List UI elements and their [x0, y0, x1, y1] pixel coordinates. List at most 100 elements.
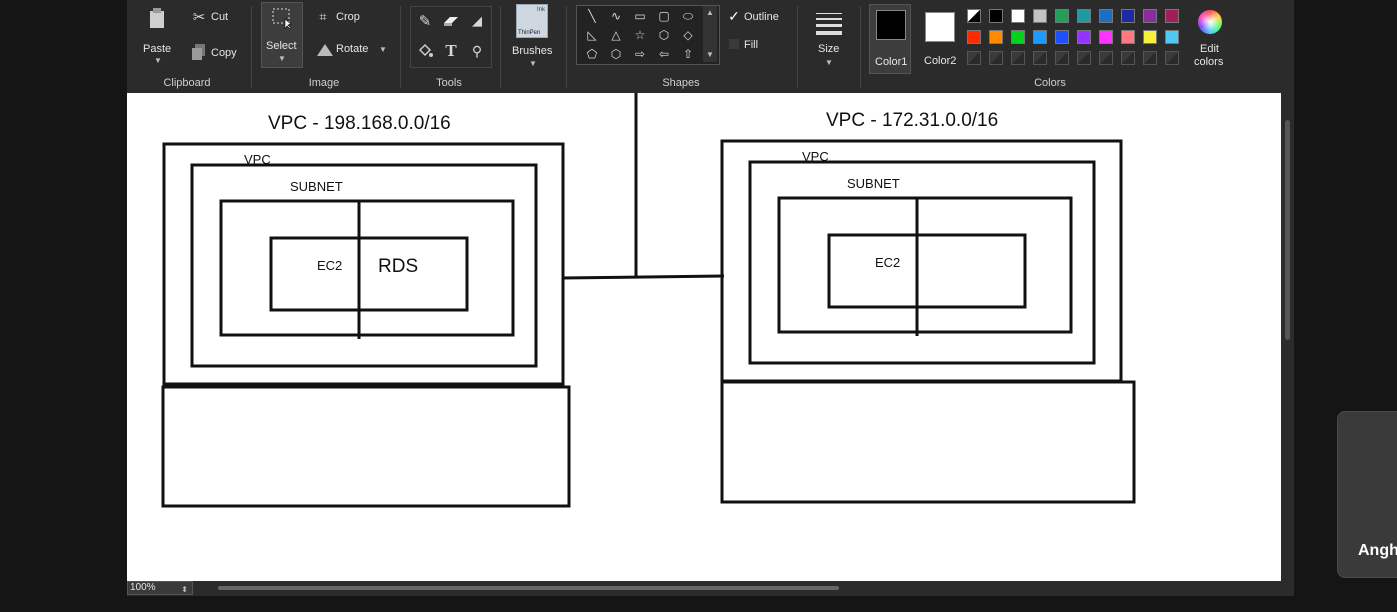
- edit-colors-button[interactable]: Edit colors: [1189, 6, 1233, 72]
- cut-button[interactable]: ✂ Cut: [191, 8, 241, 26]
- color-swatch[interactable]: [1121, 30, 1135, 44]
- shape-tool-icon[interactable]: ▢: [653, 7, 675, 25]
- chevron-down-icon: ▼: [529, 59, 537, 68]
- chevron-down-icon: ▼: [278, 54, 286, 63]
- color-wheel-icon: [1198, 10, 1222, 34]
- color-swatch[interactable]: [1165, 51, 1179, 65]
- line-width-icon: [816, 13, 842, 37]
- shapes-scrollbar[interactable]: ▲ ▼: [703, 6, 717, 62]
- fill-bucket-icon[interactable]: [413, 39, 437, 63]
- shapes-group-label: Shapes: [662, 77, 700, 89]
- crop-icon: ⌗: [319, 9, 327, 24]
- color1-button[interactable]: Color1: [869, 4, 911, 74]
- color-swatch[interactable]: [1077, 9, 1091, 23]
- tools-group-label: Tools: [436, 77, 462, 89]
- notification-card[interactable]: Angh: [1337, 411, 1397, 578]
- shapes-gallery[interactable]: ╲ ∿ ▭ ▢ ⬭ ◺ △ ☆ ⬡ ◇ ⬠ ⬡ ⇨ ⇦ ⇧: [576, 5, 720, 65]
- color-swatch[interactable]: [989, 9, 1003, 23]
- shape-tool-icon[interactable]: ▭: [629, 7, 651, 25]
- color-swatch[interactable]: [1121, 51, 1135, 65]
- color-swatch[interactable]: [989, 30, 1003, 44]
- pencil-icon[interactable]: ✎: [413, 9, 437, 33]
- shape-tool-icon[interactable]: ⬡: [605, 45, 627, 63]
- shape-tool-icon[interactable]: ◺: [581, 26, 603, 44]
- shape-tool-icon[interactable]: ⬭: [677, 7, 699, 25]
- colors-group-label: Colors: [1034, 77, 1066, 89]
- shape-tool-icon[interactable]: ⬠: [581, 45, 603, 63]
- shape-tool-icon[interactable]: ◇: [677, 26, 699, 44]
- color-swatch[interactable]: [1033, 51, 1047, 65]
- clipboard-icon: [147, 6, 167, 30]
- vpc1-subnet-box: [219, 199, 515, 337]
- color-swatch[interactable]: [967, 9, 981, 23]
- paste-button[interactable]: Paste ▼: [135, 4, 177, 66]
- horizontal-scrollbar[interactable]: [218, 586, 839, 590]
- shape-tool-icon[interactable]: ☆: [629, 26, 651, 44]
- outline-option[interactable]: ✓ Outline: [727, 8, 797, 26]
- rotate-icon: [315, 40, 335, 58]
- crop-button[interactable]: ⌗ Crop: [315, 8, 375, 26]
- drawing-canvas[interactable]: VPC - 198.168.0.0/16 VPC SUBNET EC2 RDS …: [127, 93, 1281, 581]
- color-swatch[interactable]: [1143, 9, 1157, 23]
- checkmark-icon: ✓: [728, 7, 740, 24]
- color-swatch[interactable]: [1077, 30, 1091, 44]
- color-swatch[interactable]: [1099, 51, 1113, 65]
- color-swatch[interactable]: [1165, 9, 1179, 23]
- color-swatch[interactable]: [1011, 9, 1025, 23]
- chevron-down-icon: ▼: [154, 56, 162, 65]
- status-bar: 100% ⬍: [127, 581, 1294, 596]
- eraser-icon[interactable]: [439, 9, 463, 33]
- color2-swatch: [925, 12, 955, 42]
- vpc2-vpc-label: VPC: [802, 149, 829, 164]
- size-button[interactable]: Size ▼: [809, 6, 849, 70]
- color-swatch[interactable]: [1055, 9, 1069, 23]
- rotate-button[interactable]: Rotate ▼: [315, 40, 387, 58]
- color-picker-icon[interactable]: ⚲: [465, 39, 489, 63]
- color2-button[interactable]: Color2: [919, 4, 961, 74]
- vpc2-subnet-label: SUBNET: [847, 176, 900, 191]
- text-icon[interactable]: T: [439, 39, 463, 63]
- fill-option[interactable]: Fill: [727, 36, 797, 54]
- vpc1-instance-box: [269, 236, 469, 312]
- paste-label: Paste: [143, 43, 172, 55]
- shape-tool-icon[interactable]: ⇦: [653, 45, 675, 63]
- brushes-button[interactable]: Ink ThinPen Brushes ▼: [511, 2, 553, 72]
- edit-colors-label-2: colors: [1194, 56, 1224, 68]
- color-swatch[interactable]: [1143, 30, 1157, 44]
- tools-grid: ✎ ◢ T ⚲: [410, 6, 492, 68]
- image-group-label: Image: [308, 77, 340, 89]
- color1-swatch: [876, 10, 906, 40]
- color-swatch[interactable]: [1165, 30, 1179, 44]
- copy-button[interactable]: Copy: [191, 43, 247, 61]
- color-swatch[interactable]: [1143, 51, 1157, 65]
- vpc2-lower-box: [720, 380, 1136, 504]
- color-swatch[interactable]: [1121, 9, 1135, 23]
- color-swatch[interactable]: [1033, 9, 1047, 23]
- ribbon-toolbar: Paste ▼ ✂ Cut Copy Clipboard Select ▼ ⌗ …: [127, 0, 1294, 93]
- zoom-selector[interactable]: 100% ⬍: [127, 581, 193, 595]
- color-swatch[interactable]: [1055, 51, 1069, 65]
- size-label: Size: [818, 43, 840, 55]
- shape-tool-icon[interactable]: ∿: [605, 7, 627, 25]
- shape-tool-icon[interactable]: ⇨: [629, 45, 651, 63]
- shape-tool-icon[interactable]: ⬡: [653, 26, 675, 44]
- select-button[interactable]: Select ▼: [261, 2, 303, 68]
- color-swatch[interactable]: [1033, 30, 1047, 44]
- vpc2-instance-box: [827, 233, 1027, 309]
- color-swatch[interactable]: [967, 51, 981, 65]
- vpc1-lower-box: [161, 385, 571, 508]
- shape-tool-icon[interactable]: △: [605, 26, 627, 44]
- shape-tool-icon[interactable]: ⇧: [677, 45, 699, 63]
- color-swatch[interactable]: [1099, 30, 1113, 44]
- vertical-scrollbar[interactable]: [1285, 120, 1290, 340]
- color-swatch[interactable]: [1077, 51, 1091, 65]
- shape-tool-icon[interactable]: ╲: [581, 7, 603, 25]
- fill-icon[interactable]: ◢: [465, 9, 489, 33]
- color-swatch[interactable]: [1055, 30, 1069, 44]
- color-swatch[interactable]: [967, 30, 981, 44]
- edit-colors-label-1: Edit: [1200, 43, 1219, 55]
- color-swatch[interactable]: [1099, 9, 1113, 23]
- color-swatch[interactable]: [1011, 30, 1025, 44]
- color-swatch[interactable]: [989, 51, 1003, 65]
- color-swatch[interactable]: [1011, 51, 1025, 65]
